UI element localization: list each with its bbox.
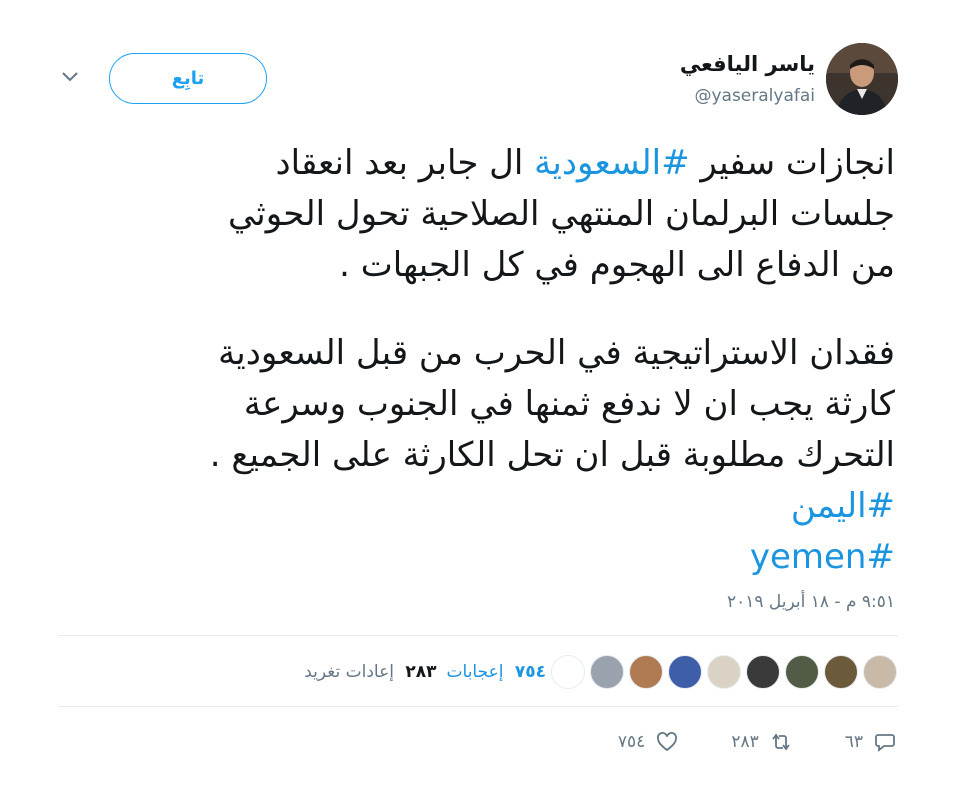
liker-avatar[interactable] xyxy=(590,655,624,689)
retweet-action[interactable]: ٢٨٣ xyxy=(731,730,792,754)
tweet-line: فقدان الاستراتيجية في الحرب من قبل السعو… xyxy=(218,333,895,373)
tweet-stats: ٢٨٣ إعادات تغريد ٧٥٤ إعجابات xyxy=(286,654,897,690)
chevron-down-icon[interactable] xyxy=(60,70,80,84)
retweets-label: إعادات تغريد xyxy=(304,662,394,682)
liker-avatar[interactable] xyxy=(863,655,897,689)
tweet-text: انجازات سفير #السعودية ال جابر بعد انعقا… xyxy=(55,138,895,583)
like-action[interactable]: ٧٥٤ xyxy=(618,730,679,754)
follow-button[interactable]: تابِع xyxy=(109,53,267,104)
reply-action[interactable]: ٦٣ xyxy=(845,730,897,754)
divider xyxy=(58,635,898,636)
retweets-count: ٢٨٣ xyxy=(405,662,437,682)
reply-count: ٦٣ xyxy=(844,732,863,752)
retweet-icon xyxy=(772,733,790,751)
liker-avatar[interactable] xyxy=(824,655,858,689)
like-count: ٧٥٤ xyxy=(617,732,646,752)
retweet-count: ٢٨٣ xyxy=(731,732,759,752)
tweet-timestamp[interactable]: ٩:٥١ م - ١٨ أبريل ٢٠١٩ xyxy=(727,592,895,612)
heart-icon xyxy=(657,732,678,752)
tweet-line: جلسات البرلمان المنتهي الصلاحية تحول الح… xyxy=(227,194,895,234)
reply-icon xyxy=(875,734,895,752)
author-avatar[interactable] xyxy=(826,43,898,115)
retweets-stat[interactable]: ٢٨٣ إعادات تغريد xyxy=(304,662,436,682)
likes-stat[interactable]: ٧٥٤ إعجابات xyxy=(447,662,546,682)
tweet-line: كارثة يجب ان لا ندفع ثمنها في الجنوب وسر… xyxy=(243,384,895,424)
tweet-line: انجازات سفير #السعودية ال جابر بعد انعقا… xyxy=(55,138,895,189)
liker-avatar[interactable] xyxy=(629,655,663,689)
author-display-name[interactable]: ياسر اليافعي xyxy=(680,52,815,76)
liker-avatar[interactable] xyxy=(551,655,585,689)
liker-avatar[interactable] xyxy=(668,655,702,689)
tweet-card: ياسر اليافعي @yaseralyafai تابِع انجازات… xyxy=(0,0,957,806)
liker-avatars xyxy=(546,655,897,689)
tweet-line: التحرك مطلوبة قبل ان تحل الكارثة على الج… xyxy=(209,435,895,475)
tweet-text-segment: ال جابر بعد انعقاد xyxy=(275,143,535,183)
liker-avatar[interactable] xyxy=(707,655,741,689)
tweet-line: من الدفاع الى الهجوم في كل الجبهات . xyxy=(339,245,895,285)
liker-avatar[interactable] xyxy=(746,655,780,689)
author-handle[interactable]: @yaseralyafai xyxy=(694,86,815,106)
hashtag-saudi-link[interactable]: #السعودية xyxy=(534,143,689,183)
hashtag-yemen-ar-link[interactable]: #اليمن xyxy=(55,481,895,532)
likes-count: ٧٥٤ xyxy=(514,662,546,682)
liker-avatar[interactable] xyxy=(785,655,819,689)
tweet-actions: ٦٣ ٢٨٣ ٧٥٤ xyxy=(566,727,897,757)
likes-label: إعجابات xyxy=(446,662,504,682)
divider xyxy=(58,706,898,707)
hashtag-yemen-en-link[interactable]: #yemen xyxy=(55,532,895,583)
tweet-text-segment: انجازات سفير xyxy=(689,143,895,183)
